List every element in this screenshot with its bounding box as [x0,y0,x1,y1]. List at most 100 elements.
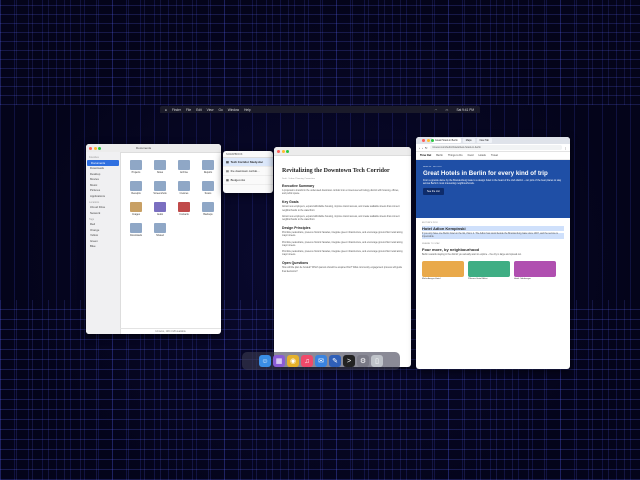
finder-icon[interactable]: ☺ [259,355,271,367]
folder-icon [154,181,166,191]
finder-title: Documents [136,146,152,150]
document-titlebar[interactable] [274,147,411,156]
hotel-card-label: 25hours Hotel Bikini [468,277,488,280]
finder-file-item[interactable]: Projects [124,160,148,174]
folder-icon [154,202,166,212]
hotel-card-image [514,260,556,277]
scrapbook-item-label: Budget.xlsx [230,178,246,182]
site-logo[interactable]: Time Out [420,154,431,157]
reload-icon[interactable]: ↻ [425,146,428,150]
spreadsheet-icon: ▦ [226,178,229,182]
hotel-card-label: Michelberger Hotel [422,277,441,280]
menu-edit[interactable]: Edit [196,108,202,112]
menu-go[interactable]: Go [218,108,222,112]
browser-tab[interactable]: Great Hotels in Berlin [432,138,461,143]
finder-file-item[interactable]: Reports [196,160,220,174]
minimize-button[interactable] [281,149,285,153]
finder-sidebar: Favorites Documents Downloads Desktop Mo… [86,152,121,334]
section-text: Prioritize pedestrians, preserve histori… [282,241,403,247]
finder-status-bar: 14 items, 128.4 GB available [120,328,221,334]
finder-file-item[interactable]: Receipts [124,181,148,195]
battery-icon[interactable]: ▭ [445,108,448,112]
hotel-card-label: Hotel Oderberger [514,277,531,280]
wifi-icon[interactable]: ◠ [435,108,438,112]
site-nav-item[interactable]: Berlin [436,154,443,157]
apple-icon[interactable]: ● [165,108,167,112]
folder-icon [178,160,190,170]
close-button[interactable] [422,139,425,142]
finder-file-item[interactable]: Images [124,202,148,216]
hotel-cards: Michelberger Hotel 25hours Hotel Bikini Ho… [422,260,564,280]
hero-title: Great Hotels in Berlin for every kind of… [423,170,548,177]
finder-file-item[interactable]: Invoices [172,181,196,195]
menu-view[interactable]: View [207,108,214,112]
zoom-button[interactable] [431,139,434,142]
hotel-card[interactable]: 25hours Hotel Bikini [468,260,510,280]
hotel-card[interactable]: Hotel Oderberger [514,260,556,280]
browser-tab[interactable]: New Tab [476,138,492,143]
zoom-button[interactable] [98,146,101,150]
menu-bar: ● Finder File Edit View Go Window Help ◠… [160,106,480,113]
finder-file-item[interactable]: Audio [148,202,172,216]
menu-icon[interactable]: ⋮ [564,146,567,150]
section-heading: Open Questions [282,261,309,266]
finder-file-item[interactable]: Archive [172,160,196,174]
article-title[interactable]: Hotel Adlon Kempinski [422,226,564,231]
scrapbook-panel: SCRAPBOOK ▤ Tech Corridor Study.doc ▤ th… [223,151,273,193]
sidebar-item-network[interactable]: Network [86,210,120,216]
forward-icon[interactable]: › [422,146,423,150]
sidebar-item-applications[interactable]: Applications [86,193,120,199]
scrapbook-item[interactable]: ▦ Budget.xlsx [223,176,273,185]
section-title: Four more, by neighbourhood [422,247,480,253]
folder-icon [178,202,190,212]
sidebar-tag-blue[interactable]: Blue [86,244,120,250]
minimize-button[interactable] [426,139,430,142]
close-button[interactable] [277,149,280,153]
launchpad-icon[interactable]: ▦ [273,355,285,367]
music-icon[interactable]: ♫ [301,355,313,367]
settings-icon[interactable]: ⚙ [357,355,369,367]
finder-file-item[interactable]: Downloads [124,223,148,237]
terminal-icon[interactable]: > [343,355,355,367]
trash-icon[interactable]: ▯ [371,355,383,367]
finder-file-item[interactable]: Shared [148,223,172,237]
finder-file-item[interactable]: Scans [196,181,220,195]
document-icon: ▤ [226,160,229,164]
site-nav-item[interactable]: Food [468,154,474,157]
mail-icon[interactable]: ✉ [315,355,327,367]
menu-file[interactable]: File [186,108,191,112]
finder-file-item[interactable]: Screenshots [148,181,172,195]
browser-window: Great Hotels in Berlin Maps New Tab ‹ › … [416,137,570,369]
finder-file-label: Screenshots [153,192,167,195]
menu-window[interactable]: Window [228,108,239,112]
close-button[interactable] [89,146,92,150]
zoom-button[interactable] [286,149,289,153]
back-icon[interactable]: ‹ [419,146,420,150]
minimize-button[interactable] [93,146,97,150]
menu-finder[interactable]: Finder [172,108,181,112]
site-nav-item[interactable]: Things to Do [448,154,463,157]
finder-file-label: Backups [203,213,213,216]
see-list-button[interactable]: See the List [423,188,444,196]
hotel-card[interactable]: Michelberger Hotel [422,260,464,280]
finder-file-label: Reports [203,171,213,174]
chrome-icon[interactable]: ◉ [287,355,299,367]
menubar-clock[interactable]: Sat 9:41 PM [456,108,474,112]
document-meta: Draft · Urban Planning Committee [282,178,315,180]
address-bar[interactable]: timeout.com/berlin/hotels/best-hotels-in… [429,145,562,150]
finder-file-label: Images [132,213,140,216]
finder-file-label: Downloads [130,234,142,237]
site-nav-item[interactable]: Hotels [478,154,485,157]
messages-icon[interactable]: ✎ [329,355,341,367]
browser-tab[interactable]: Maps [462,138,475,143]
scrapbook-item[interactable]: ▤ Tech Corridor Study.doc [223,158,273,167]
scrapbook-item[interactable]: ▤ the downtown corrido... [223,167,273,176]
finder-file-item[interactable]: Contacts [172,202,196,216]
site-nav-item[interactable]: Travel [491,154,498,157]
document-body[interactable]: Revitalizing the Downtown Tech Corridor … [274,156,411,283]
scrapbook-item-label: Tech Corridor Study.doc [230,160,264,164]
menu-help[interactable]: Help [244,108,251,112]
finder-file-item[interactable]: Notes [148,160,172,174]
finder-file-item[interactable]: Backups [196,202,220,216]
section-text: A proposal to transform the underused do… [282,190,399,196]
